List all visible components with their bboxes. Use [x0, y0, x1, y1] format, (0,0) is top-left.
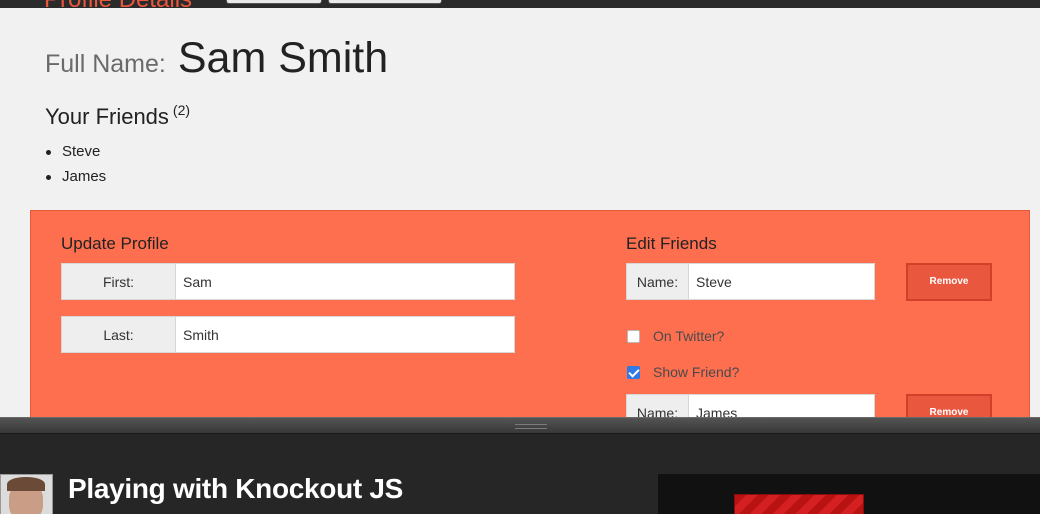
show-friend-row[interactable]: Show Friend? [627, 364, 739, 380]
edit-friends-heading: Edit Friends [626, 234, 717, 253]
friends-heading: Your Friends (2) [45, 102, 190, 130]
friend-name-label: Name: [626, 263, 688, 300]
top-bar: Profile Details [0, 0, 1040, 8]
friends-count: (2) [172, 102, 191, 118]
friend-name-group: Name: [626, 263, 875, 300]
full-name-label: Full Name: [45, 50, 166, 78]
list-item: James [45, 167, 106, 192]
first-name-group: First: [61, 263, 515, 300]
splitter-grip-icon[interactable] [515, 424, 547, 429]
top-tab[interactable] [226, 0, 322, 4]
first-name-label: First: [61, 263, 175, 300]
last-name-label: Last: [61, 316, 175, 353]
last-name-input[interactable] [175, 316, 515, 353]
last-name-group: Last: [61, 316, 515, 353]
video-player[interactable] [658, 474, 1040, 514]
show-friend-label: Show Friend? [653, 364, 740, 380]
full-name-row: Full Name: Sam Smith [45, 34, 388, 83]
list-item: Steve [45, 142, 106, 167]
avatar [0, 474, 53, 514]
on-twitter-label: On Twitter? [653, 328, 725, 344]
on-twitter-checkbox[interactable] [627, 329, 640, 343]
friend-list: Steve James [45, 142, 106, 192]
section-title: Profile Details [44, 0, 192, 8]
edit-panel: Update Profile First: Last: Edit Friends… [30, 210, 1030, 420]
on-twitter-row[interactable]: On Twitter? [627, 328, 724, 344]
video-pane: Playing with Knockout JS [0, 434, 1040, 514]
avatar-hair-icon [7, 477, 45, 491]
friend-name-input[interactable] [688, 263, 875, 300]
video-thumbnail[interactable] [734, 494, 864, 514]
friends-heading-text: Your Friends [45, 104, 169, 129]
show-friend-checkbox[interactable] [627, 365, 640, 379]
top-tab[interactable] [328, 0, 442, 4]
full-name-value: Sam Smith [177, 34, 389, 82]
first-name-input[interactable] [175, 263, 515, 300]
update-profile-heading: Update Profile [61, 234, 169, 253]
video-title: Playing with Knockout JS [68, 473, 404, 504]
remove-friend-button[interactable]: Remove [906, 263, 992, 301]
pane-splitter[interactable] [0, 417, 1040, 434]
